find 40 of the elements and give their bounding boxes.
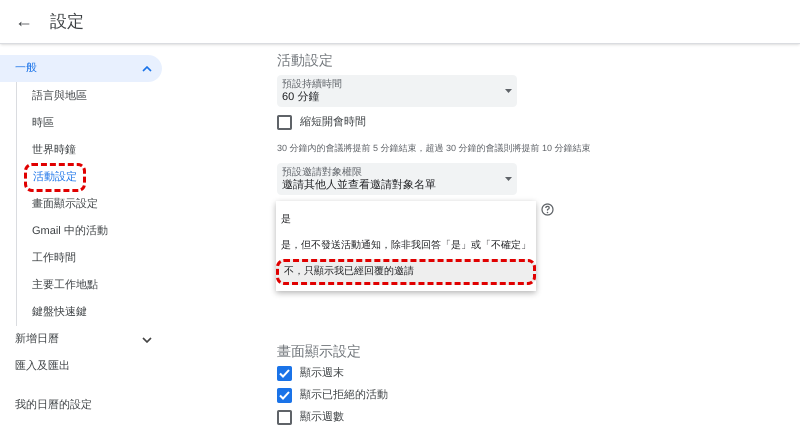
- dropdown-field[interactable]: 預設持續時間 60 分鐘: [277, 75, 517, 107]
- checkbox-label: 顯示已拒絕的活動: [300, 388, 388, 404]
- field-value: 邀請其他人並查看邀請對象名單: [282, 178, 436, 190]
- field-label: 預設邀請對象權限: [282, 166, 363, 178]
- checkbox[interactable]: [277, 388, 292, 403]
- dropdown-arrow-icon: [505, 176, 512, 180]
- sidebar-item[interactable]: 一般: [0, 55, 162, 82]
- hint-text: 30 分鐘內的會議將提前 5 分鐘結束，超過 30 分鐘的會議則將提前 10 分鐘結束: [277, 142, 591, 155]
- dropdown-arrow-icon: [505, 89, 512, 93]
- dropdown-field[interactable]: 預設邀請對象權限 邀請其他人並查看邀請對象名單: [277, 162, 517, 194]
- checkbox-label: 縮短開會時間: [300, 114, 366, 130]
- sidebar-subitem[interactable]: 鍵盤快速鍵: [30, 301, 89, 324]
- checkbox[interactable]: [277, 115, 292, 130]
- checkbox[interactable]: [277, 410, 292, 425]
- section-title: 活動設定: [277, 51, 334, 70]
- sidebar-subitem[interactable]: 工作時間: [30, 247, 78, 270]
- checkbox-label: 顯示週數: [300, 410, 344, 426]
- sidebar-subitem[interactable]: Gmail 中的活動: [30, 220, 110, 243]
- sidebar-subitem[interactable]: 畫面顯示設定: [30, 193, 100, 216]
- sidebar-subitem[interactable]: 世界時鐘: [30, 139, 78, 162]
- checkbox-label: 顯示週末: [300, 366, 344, 382]
- sidebar-subitem[interactable]: 語言與地區: [30, 85, 89, 108]
- sidebar-subitem[interactable]: 主要工作地點: [30, 274, 100, 297]
- sidebar-item[interactable]: 匯入及匯出: [0, 353, 162, 380]
- sidebar-subitem[interactable]: 時區: [30, 112, 56, 135]
- checkbox[interactable]: [277, 366, 292, 381]
- help-icon[interactable]: [541, 202, 554, 216]
- chevron-down-icon: [142, 336, 152, 342]
- section-heading: 我的日曆的設定: [14, 398, 93, 413]
- back-button[interactable]: ←: [15, 8, 33, 35]
- menu-option[interactable]: 是，但不發送活動通知，除非我回答「是」或「不確定」: [276, 232, 536, 258]
- section-title: 畫面顯示設定: [277, 342, 362, 360]
- menu-option[interactable]: 不，只顯示我已經回覆的邀請: [276, 258, 536, 284]
- field-value: 60 分鐘: [282, 91, 320, 103]
- page-title: 設定: [50, 10, 84, 33]
- sidebar-item[interactable]: 新增日曆: [0, 326, 162, 353]
- menu-option[interactable]: 是: [276, 206, 536, 232]
- field-label: 預設持續時間: [282, 79, 342, 91]
- chevron-up-icon: [142, 66, 152, 72]
- sidebar-subitem[interactable]: 活動設定: [24, 163, 86, 192]
